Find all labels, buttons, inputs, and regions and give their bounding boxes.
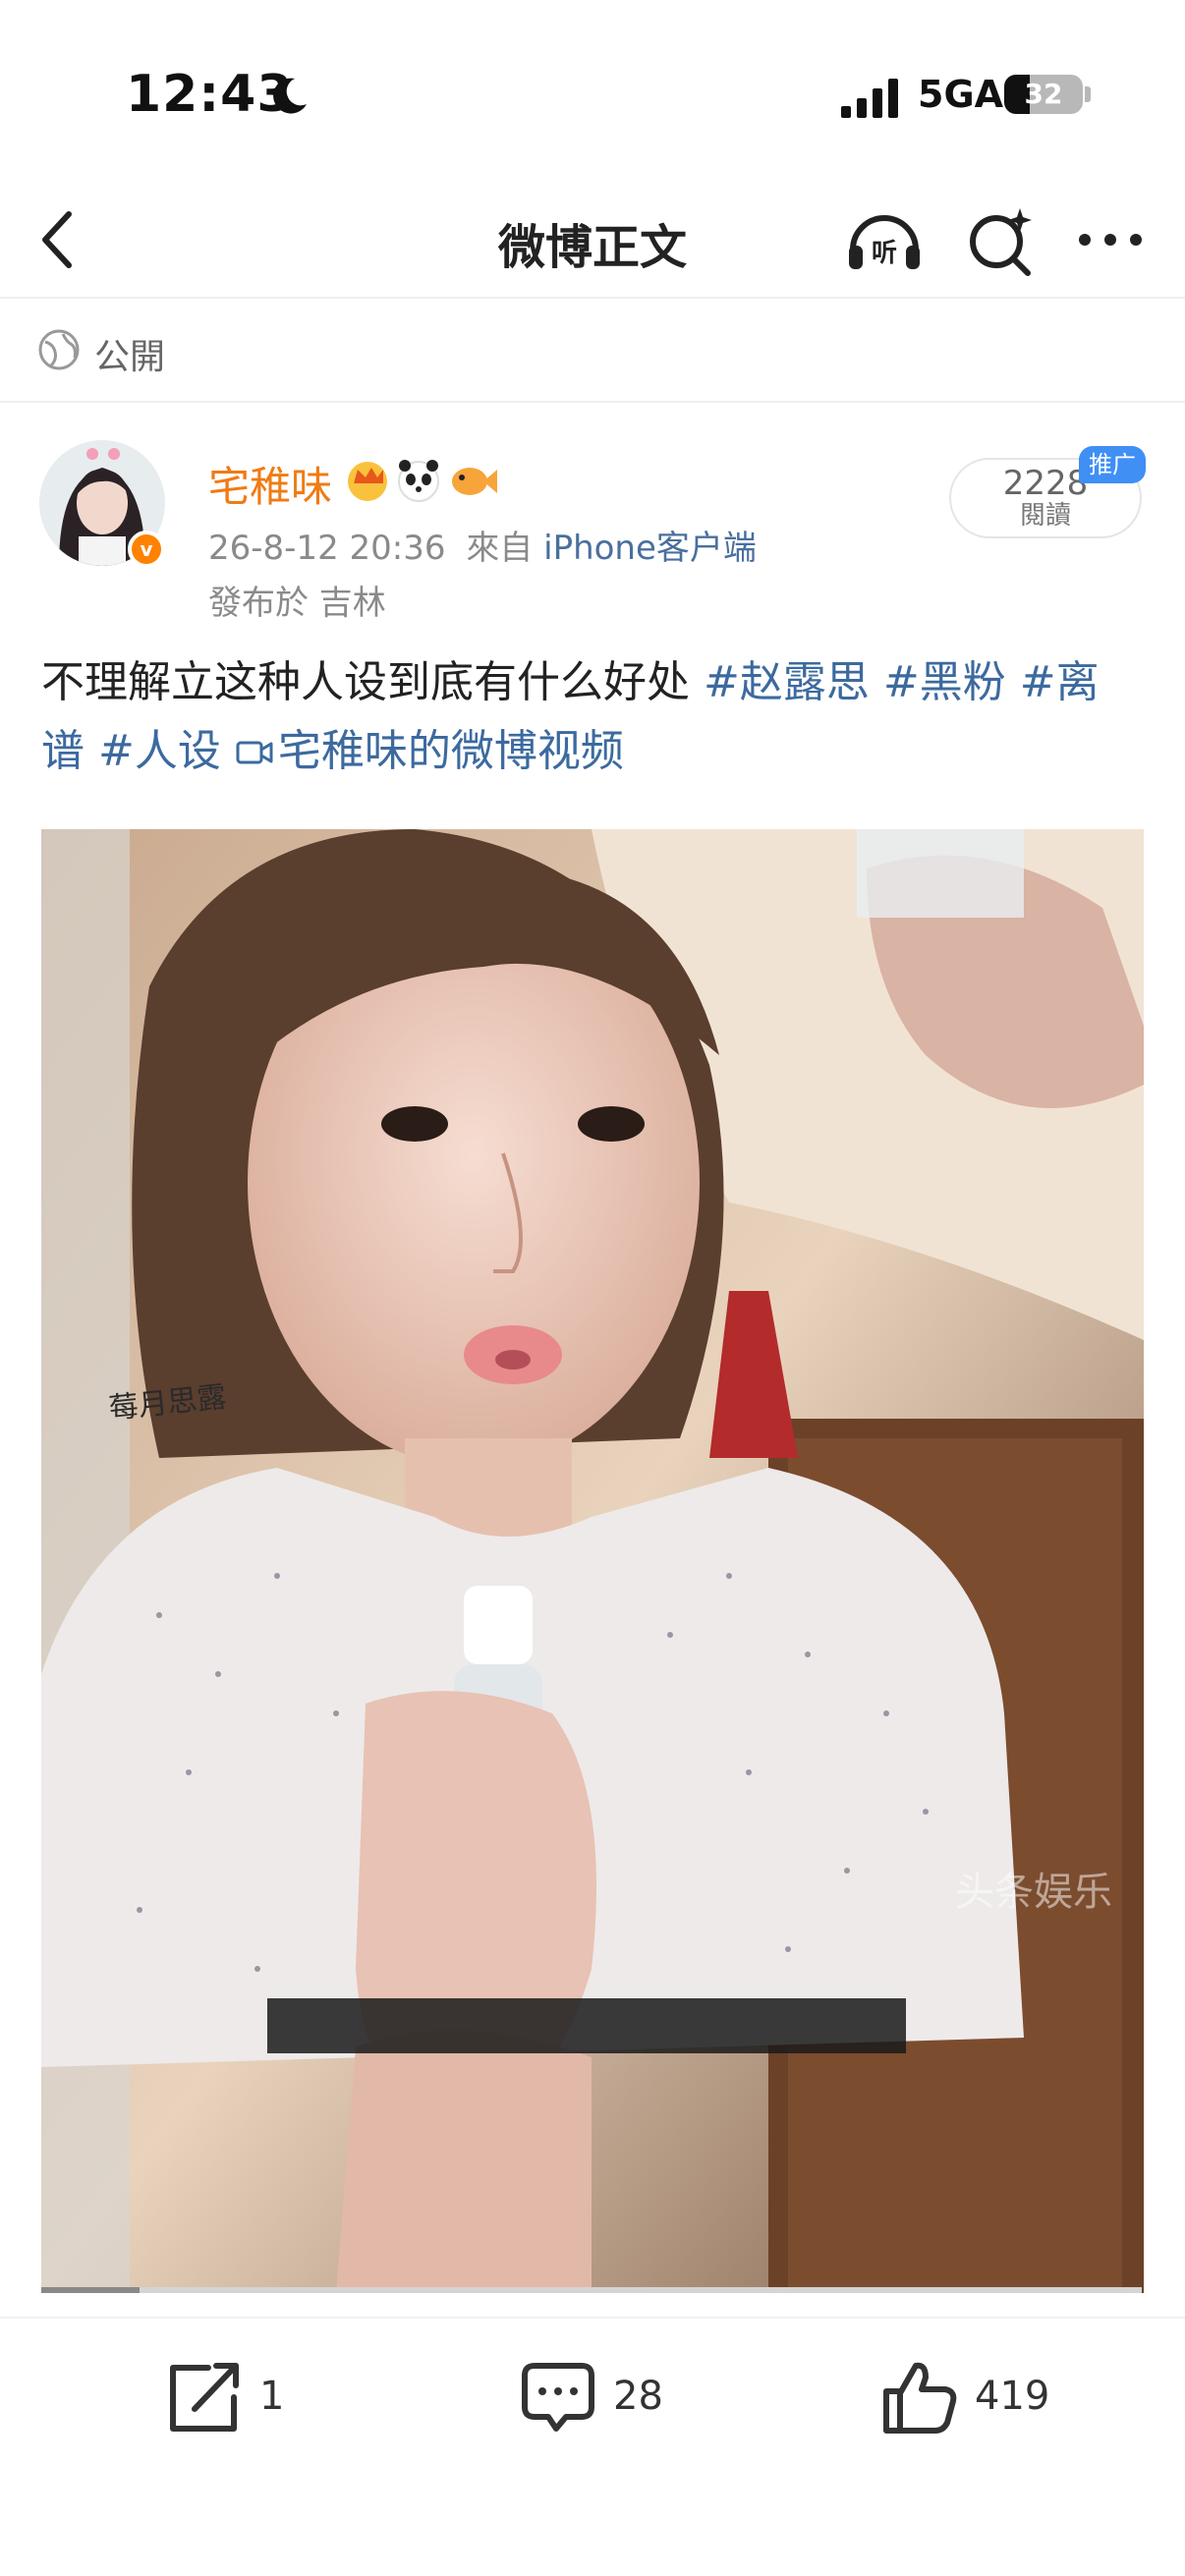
post-text: 不理解立这种人设到底有什么好处 #赵露思 #黑粉 #离谱 #人设 宅稚味的微博视… (41, 648, 1142, 786)
visibility-row: 公開 (0, 299, 1185, 403)
svg-text:听: 听 (872, 239, 897, 268)
user-badges[interactable] (344, 454, 501, 505)
post-location: 發布於 吉林 (208, 584, 386, 623)
signal-icon (841, 79, 898, 118)
share-count: 1 (259, 2374, 285, 2419)
post-source-prefix: 來自 (466, 529, 534, 568)
verified-badge: v (128, 531, 165, 568)
video-link[interactable]: 宅稚味的微博视频 (235, 726, 624, 776)
action-bar: 1 28 419 (0, 2317, 1185, 2486)
hashtag-2[interactable]: #黑粉 (883, 657, 1006, 707)
panda-icon (398, 460, 439, 502)
reads-label: 閱讀 (1019, 501, 1071, 531)
share-icon (170, 2363, 239, 2432)
post-body: 不理解立这种人设到底有什么好处 (41, 657, 704, 707)
moon-icon (273, 78, 307, 114)
post-date: 26-8-12 20:36 (208, 529, 446, 568)
post-video[interactable]: 莓月思露 头条娱乐 (41, 829, 1144, 2293)
nav-bar: 微博正文 听 (0, 187, 1185, 299)
video-progress-played (41, 2287, 140, 2293)
post-meta: 26-8-12 20:36 來自 iPhone客户端 (208, 521, 757, 569)
watermark-right: 头条娱乐 (955, 1870, 1112, 1915)
comment-count: 28 (613, 2374, 663, 2419)
hashtag-4[interactable]: #人设 (98, 726, 221, 776)
like-count: 419 (975, 2374, 1050, 2419)
like-icon (883, 2362, 957, 2434)
comment-icon (522, 2363, 594, 2432)
crown-icon (348, 462, 387, 501)
battery-indicator: 32 (1004, 75, 1083, 114)
visibility-label: 公開 (94, 337, 166, 377)
listen-icon[interactable]: 听 (843, 198, 926, 281)
video-progress-track[interactable] (140, 2287, 1142, 2293)
post-source-device[interactable]: iPhone客户端 (543, 529, 757, 568)
promo-badge[interactable]: 推广 (1079, 446, 1146, 483)
hashtag-1[interactable]: #赵露思 (704, 657, 870, 707)
status-bar: 12:43 5GA 32 (0, 0, 1185, 187)
user-name[interactable]: 宅稚味 (208, 454, 332, 514)
video-link-label: 宅稚味的微博视频 (277, 726, 624, 776)
more-icon[interactable] (1075, 216, 1146, 263)
fish-icon (452, 468, 497, 495)
globe-icon (38, 329, 80, 370)
video-icon (236, 741, 273, 764)
search-icon[interactable] (959, 200, 1042, 283)
network-type: 5GA (918, 73, 1004, 116)
video-frame: 莓月思露 头条娱乐 (41, 829, 1144, 2293)
battery-level: 32 (1024, 78, 1063, 110)
